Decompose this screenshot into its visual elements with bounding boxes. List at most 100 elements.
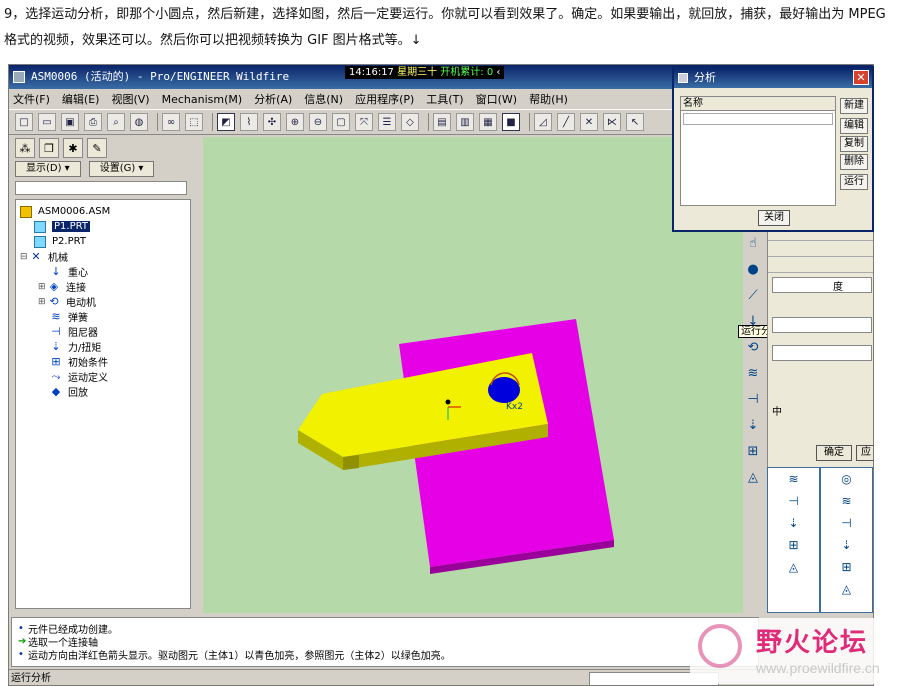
folder-browser-tab-icon[interactable]: ❐ <box>39 138 59 158</box>
list-item[interactable] <box>683 113 833 125</box>
menu-applications[interactable]: 应用程序(P) <box>355 91 414 107</box>
wireframe-icon[interactable]: ▤ <box>433 113 451 131</box>
copy-button[interactable]: 复制 <box>840 136 868 152</box>
tree-node-motors[interactable]: ⊞ ⟲ 电动机 <box>16 294 190 309</box>
zoom-in-icon[interactable]: ⊕ <box>286 113 304 131</box>
datum-plane-icon[interactable]: ◿ <box>534 113 552 131</box>
clock-arrow[interactable]: ‹ <box>496 67 500 78</box>
sketch-icon[interactable]: ◩ <box>217 113 235 131</box>
tree-node-initial[interactable]: ⊞ 初始条件 <box>16 354 190 369</box>
measure-graph-icon[interactable]: ⟋ <box>744 286 762 304</box>
menu-view[interactable]: 视图(V) <box>111 91 149 107</box>
expand-icon[interactable]: ⊞ <box>38 282 46 292</box>
edit-button[interactable]: 编辑 <box>840 118 868 134</box>
tree-node-asm[interactable]: ASM0006.ASM <box>16 204 190 219</box>
damper-toolbar-icon[interactable]: ⊣ <box>744 390 762 408</box>
menu-tools[interactable]: 工具(T) <box>426 91 463 107</box>
tree-node-forces[interactable]: ⇣ 力/扭矩 <box>16 339 190 354</box>
spring-toolbar-icon[interactable]: ≋ <box>744 364 762 382</box>
model-tree-tab-icon[interactable]: ⁂ <box>15 138 35 158</box>
mass-small-icon-2[interactable]: ◬ <box>842 582 851 598</box>
menu-file[interactable]: 文件(F) <box>13 91 50 107</box>
menu-mechanism[interactable]: Mechanism(M) <box>162 93 243 106</box>
tree-filter-bar[interactable] <box>15 181 187 195</box>
binoculars-icon[interactable]: ∞ <box>162 113 180 131</box>
spin-icon[interactable]: ✣ <box>263 113 281 131</box>
shaded-icon[interactable]: ■ <box>502 113 520 131</box>
mass-small-icon[interactable]: ◬ <box>789 560 798 576</box>
run-button[interactable]: 运行 <box>840 174 868 190</box>
motor-toolbar-icon[interactable]: ⟲ <box>744 338 762 356</box>
initial-condition-toolbar-icon[interactable]: ⊞ <box>744 442 762 460</box>
tree-node-cog[interactable]: ↓ 重心 <box>16 264 190 279</box>
menu-window[interactable]: 窗口(W) <box>476 91 517 107</box>
save-icon[interactable]: ▣ <box>61 113 79 131</box>
collapse-icon[interactable]: ⊟ <box>20 252 28 262</box>
render-icon[interactable]: ◍ <box>130 113 148 131</box>
menu-analysis[interactable]: 分析(A) <box>254 91 292 107</box>
dialog-close-button[interactable]: 关闭 <box>758 210 790 226</box>
bg-input-field[interactable] <box>772 317 872 333</box>
damper-small-icon-2[interactable]: ⊣ <box>841 516 851 532</box>
menu-info[interactable]: 信息(N) <box>304 91 343 107</box>
favorites-tab-icon[interactable]: ✱ <box>63 138 83 158</box>
force-small-icon-2[interactable]: ⇣ <box>841 538 851 554</box>
coord-sys-icon[interactable]: ⋉ <box>603 113 621 131</box>
damper-small-icon[interactable]: ⊣ <box>788 494 798 510</box>
select-box-icon[interactable]: ⬚ <box>185 113 203 131</box>
force-toolbar-icon[interactable]: ⇣ <box>744 416 762 434</box>
tree-node-mechanism[interactable]: ⊟ ✕ 机械 <box>16 249 190 264</box>
close-icon[interactable]: ✕ <box>853 70 869 85</box>
new-file-icon[interactable]: □ <box>15 113 33 131</box>
spring-small-icon[interactable]: ≋ <box>788 472 798 488</box>
hidden-line-icon[interactable]: ▥ <box>456 113 474 131</box>
cursor-icon[interactable]: ↖ <box>626 113 644 131</box>
datum-point-icon[interactable]: ✕ <box>580 113 598 131</box>
menu-edit[interactable]: 编辑(E) <box>62 91 100 107</box>
force-small-icon[interactable]: ⇣ <box>788 516 798 532</box>
menu-help[interactable]: 帮助(H) <box>529 91 568 107</box>
datum-icon[interactable]: ⌇ <box>240 113 258 131</box>
spring-small-icon-2[interactable]: ≋ <box>841 494 851 510</box>
refit-icon[interactable]: ▢ <box>332 113 350 131</box>
analysis-list[interactable]: 名称 <box>680 96 836 206</box>
dialog-titlebar: 分析 ✕ <box>674 68 872 88</box>
no-hidden-icon[interactable]: ▦ <box>479 113 497 131</box>
connections-tab-icon[interactable]: ✎ <box>87 138 107 158</box>
expand-icon[interactable]: ⊞ <box>38 297 46 307</box>
view-list-icon[interactable]: ☰ <box>378 113 396 131</box>
graphics-viewport[interactable]: Kx2 <box>203 137 743 613</box>
print-icon[interactable]: ⎙ <box>84 113 102 131</box>
open-folder-icon[interactable]: ▭ <box>38 113 56 131</box>
datum-axis-icon[interactable]: ╱ <box>557 113 575 131</box>
delete-button[interactable]: 删除 <box>840 154 868 170</box>
tree-node-part1[interactable]: P1.PRT <box>16 219 190 234</box>
tree-node-springs[interactable]: ≋ 弹簧 <box>16 309 190 324</box>
tree-node-playback[interactable]: ◆ 回放 <box>16 384 190 399</box>
display-dropdown[interactable]: 显示(D) ▾ <box>15 161 81 177</box>
mass-toolbar-icon[interactable]: ◬ <box>744 468 762 486</box>
toolbar-column: ◎ ≋ ⊣ ⇣ ⊞ ◬ <box>821 468 873 612</box>
connection-small-icon[interactable]: ◎ <box>841 472 851 488</box>
run-analysis-icon[interactable]: ● <box>744 260 762 278</box>
initial-small-icon-2[interactable]: ⊞ <box>841 560 851 576</box>
toolbar-separator <box>529 113 530 131</box>
drag-toolbar-icon[interactable]: ☝ <box>744 234 762 252</box>
initial-small-icon[interactable]: ⊞ <box>788 538 798 554</box>
toolbar-column: ≋ ⊣ ⇣ ⊞ ◬ <box>768 468 821 612</box>
zoom-out-icon[interactable]: ⊖ <box>309 113 327 131</box>
ok-button[interactable]: 确定 <box>816 445 852 461</box>
settings-dropdown[interactable]: 设置(G) ▾ <box>88 161 155 177</box>
tree-node-dampers[interactable]: ⊣ 阻尼器 <box>16 324 190 339</box>
unit-field[interactable]: 度 <box>772 277 872 293</box>
orient-icon[interactable]: ⤧ <box>355 113 373 131</box>
tree-node-connections[interactable]: ⊞ ◈ 连接 <box>16 279 190 294</box>
new-button[interactable]: 新建 <box>840 98 868 114</box>
tree-node-motion[interactable]: ⤳ 运动定义 <box>16 369 190 384</box>
bg-input-field-2[interactable] <box>772 345 872 361</box>
print-preview-icon[interactable]: ⌕ <box>107 113 125 131</box>
layers-icon[interactable]: ◇ <box>401 113 419 131</box>
tree-node-part2[interactable]: P2.PRT <box>16 234 190 249</box>
apply-button[interactable]: 应 <box>856 445 873 461</box>
tree-node-label: 重心 <box>68 268 88 279</box>
